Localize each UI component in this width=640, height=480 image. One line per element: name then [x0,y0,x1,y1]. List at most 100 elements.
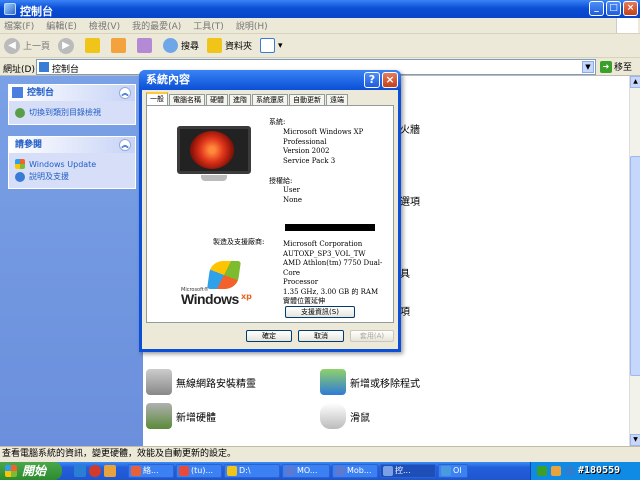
task-button-5[interactable]: Mob... [332,464,378,478]
cpu-name: AMD Athlon(tm) 7750 Dual-Core [283,259,383,277]
registered-user: User [283,186,300,194]
task-button-3[interactable]: D:\ [224,464,280,478]
quicklaunch-ie-icon[interactable] [74,465,86,477]
windows-update-link[interactable]: Windows Update [15,159,129,169]
system-label: 系統: [269,118,286,126]
manufacturer-name: Microsoft Corporation [283,240,363,248]
bg-item-tools-label: 具 [400,269,410,280]
os-version: Version 2002 [283,147,330,155]
folders-button[interactable]: 資料夾 [207,38,252,53]
add-hardware-item[interactable]: 新增硬體 [146,403,216,429]
add-remove-programs-item[interactable]: 新增或移除程式 [320,369,420,395]
cancel-button[interactable]: 取消 [298,330,344,342]
menu-favorites[interactable]: 我的最愛(A) [132,19,181,32]
address-label: 網址(D) [3,65,35,75]
vertical-scrollbar[interactable]: ▲ ▼ [629,76,640,446]
go-arrow-icon: ➜ [600,60,612,73]
dialog-title: 系統內容 [146,73,190,86]
menu-view[interactable]: 檢視(V) [89,19,120,32]
bg-item-firewall-label: 火牆 [400,125,420,136]
tab-system-restore[interactable]: 系統還原 [252,94,288,105]
help-button[interactable]: ? [364,72,380,88]
tray-icon[interactable] [537,466,547,476]
scroll-down-icon[interactable]: ▼ [630,434,640,446]
wireless-network-icon [146,369,172,395]
start-label: 開始 [22,464,47,478]
task-app-icon [131,466,141,476]
task-label: Mob... [347,466,372,475]
status-bar: 查看電腦系統的資訊，變更硬體，效能及自動更新的設定。 [0,446,640,462]
system-info: Microsoft Windows XP Professional Versio… [283,128,363,166]
menu-tools[interactable]: 工具(T) [193,19,224,32]
computer-info: Microsoft Corporation AUTOXP_SP3_VOL_TW … [283,240,393,307]
quicklaunch-media-icon[interactable] [89,465,101,477]
copy-button[interactable] [111,38,129,53]
views-button[interactable]: ▾ [260,38,283,53]
folders-label: 資料夾 [225,42,253,52]
help-and-support-link[interactable]: 說明及支援 [15,171,129,182]
menu-help[interactable]: 說明(H) [236,19,268,32]
go-label: 移至 [614,63,633,73]
tab-hardware[interactable]: 硬體 [206,94,228,105]
tray-icon[interactable] [551,466,561,476]
minimize-button[interactable]: _ [589,1,604,16]
window-titlebar[interactable]: 控制台 _ □ × [0,0,640,18]
scroll-up-icon[interactable]: ▲ [630,76,640,88]
support-info-button[interactable]: 支援資訊(S) [285,306,355,318]
search-button[interactable]: 搜尋 [163,38,199,53]
start-button[interactable]: 開始 [0,462,62,480]
control-panel-block-header[interactable]: 控制台 ︽ [9,85,135,101]
tray-icon[interactable] [565,466,575,476]
task-button-1[interactable]: 絡... [128,464,174,478]
quicklaunch-app-icon[interactable] [104,465,116,477]
tab-advanced[interactable]: 進階 [229,94,251,105]
bg-item-options[interactable]: 選項 [400,193,420,208]
bg-item-options-label: 選項 [400,197,420,208]
control-panel-icon [383,466,393,476]
back-button[interactable]: ◀ 上一頁 [4,37,51,54]
help-support-label: 說明及支援 [29,172,69,181]
wireless-wizard-item[interactable]: 無線網路安裝精靈 [146,369,256,395]
tab-general[interactable]: 一般 [146,92,168,105]
move-button[interactable] [137,38,155,53]
collapse-chevron-icon[interactable]: ︽ [119,139,131,151]
task-button-2[interactable]: (tu)... [176,464,222,478]
tab-computer-name[interactable]: 電腦名稱 [169,94,205,105]
back-label: 上一頁 [23,42,51,52]
copy-icon [111,38,127,53]
dialog-titlebar[interactable]: 系統內容 ? × [139,70,401,90]
scroll-thumb[interactable] [630,156,640,376]
maximize-button[interactable]: □ [606,1,621,16]
see-also-header[interactable]: 請參閱 ︽ [9,137,135,153]
mouse-item[interactable]: 滑鼠 [320,403,370,429]
add-hardware-label: 新增硬體 [176,412,216,424]
ok-button[interactable]: 確定 [246,330,292,342]
views-dropdown-icon: ▾ [278,40,283,51]
forward-button[interactable]: ▶ [58,37,77,54]
close-button[interactable]: × [623,1,638,16]
add-remove-programs-label: 新增或移除程式 [350,378,420,390]
control-panel-block: 控制台 ︽ 切換到類別目錄檢視 [8,84,136,125]
task-button-4[interactable]: MO... [282,464,330,478]
tab-automatic-updates[interactable]: 自動更新 [289,94,325,105]
task-button-control-panel[interactable]: 控... [380,464,436,478]
task-label: 控... [395,466,411,475]
windows-flag-icon [207,261,241,289]
task-label: Ol [453,466,462,475]
bg-item-items[interactable]: 項 [400,303,410,318]
task-button-7[interactable]: Ol [438,464,468,478]
address-dropdown-icon[interactable]: ▼ [582,61,594,73]
bg-item-firewall[interactable]: 火牆 [400,121,420,136]
tab-remote[interactable]: 遠端 [326,94,348,105]
switch-to-category-view-link[interactable]: 切換到類別目錄檢視 [15,107,129,118]
folder-up-icon [85,38,101,53]
bg-item-tools[interactable]: 具 [400,265,410,280]
registered-info: User None [283,186,302,205]
dialog-close-button[interactable]: × [382,72,398,88]
go-button[interactable]: ➜ 移至 [600,60,632,73]
apply-button[interactable]: 套用(A) [350,330,394,342]
menu-edit[interactable]: 編輯(E) [46,19,77,32]
menu-file[interactable]: 檔案(F) [4,19,34,32]
up-folder-button[interactable] [85,38,103,53]
collapse-chevron-icon[interactable]: ︽ [119,87,131,99]
